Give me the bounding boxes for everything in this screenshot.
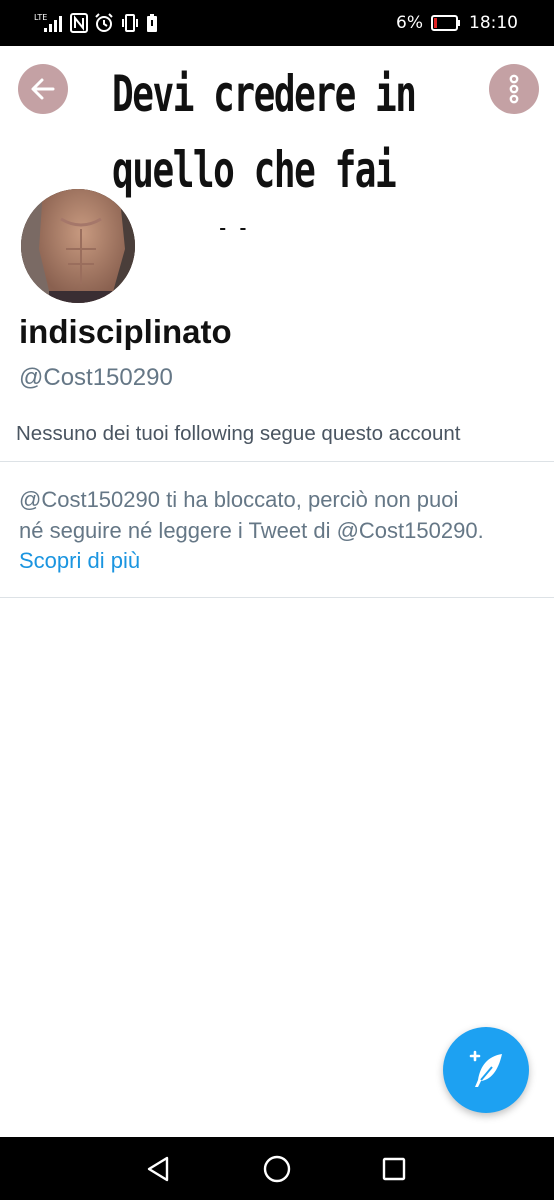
blocked-notice-line-2: né seguire né leggere i Tweet di @Cost15…	[19, 518, 484, 543]
username-handle: @Cost150290	[19, 364, 173, 391]
signal-icon: LTE	[34, 12, 64, 34]
alarm-icon	[94, 13, 114, 33]
compose-tweet-button[interactable]	[443, 1027, 529, 1113]
battery-saver-icon	[146, 13, 158, 33]
divider	[0, 597, 554, 598]
battery-icon	[431, 15, 461, 31]
status-icons-left: LTE	[34, 10, 158, 36]
square-recents-icon	[381, 1156, 407, 1182]
nav-home-button[interactable]	[259, 1151, 295, 1187]
vibrate-icon	[120, 13, 140, 33]
avatar[interactable]	[18, 186, 138, 306]
nav-back-button[interactable]	[140, 1151, 176, 1187]
more-vertical-icon	[507, 74, 521, 104]
learn-more-link[interactable]: Scopri di più	[19, 548, 140, 574]
blocked-notice-line-1: @Cost150290 ti ha bloccato, perciò non p…	[19, 487, 459, 512]
compose-tweet-icon	[466, 1050, 506, 1090]
banner-line-1: Devi credere in	[112, 65, 417, 123]
banner-quote: Devi credere in quello che fai per otten…	[112, 56, 417, 230]
display-name: indisciplinato	[19, 313, 232, 350]
clock: 18:10	[469, 13, 518, 33]
arrow-left-icon	[29, 75, 57, 103]
screen: LTE 6% 18:10 Devi credere in quello che …	[0, 0, 554, 1200]
battery-percent: 6%	[396, 13, 423, 33]
network-type-label: LTE	[34, 13, 47, 22]
status-bar: LTE 6% 18:10	[0, 0, 554, 46]
banner-line-2: quello che fai	[112, 141, 397, 199]
system-navigation-bar	[0, 1137, 554, 1200]
nav-recents-button[interactable]	[376, 1151, 412, 1187]
avatar-photo	[21, 189, 135, 303]
nfc-icon	[70, 13, 88, 33]
more-options-button[interactable]	[489, 64, 539, 114]
banner-line-3: per ottenere	[112, 208, 357, 230]
blocked-notice: @Cost150290 ti ha bloccato, perciò non p…	[19, 484, 544, 546]
followers-you-know-note: Nessuno dei tuoi following segue questo …	[16, 422, 461, 445]
back-button[interactable]	[18, 64, 68, 114]
status-icons-right: 6% 18:10	[396, 10, 518, 36]
divider	[0, 461, 554, 462]
triangle-back-icon	[145, 1155, 171, 1183]
circle-home-icon	[262, 1154, 292, 1184]
